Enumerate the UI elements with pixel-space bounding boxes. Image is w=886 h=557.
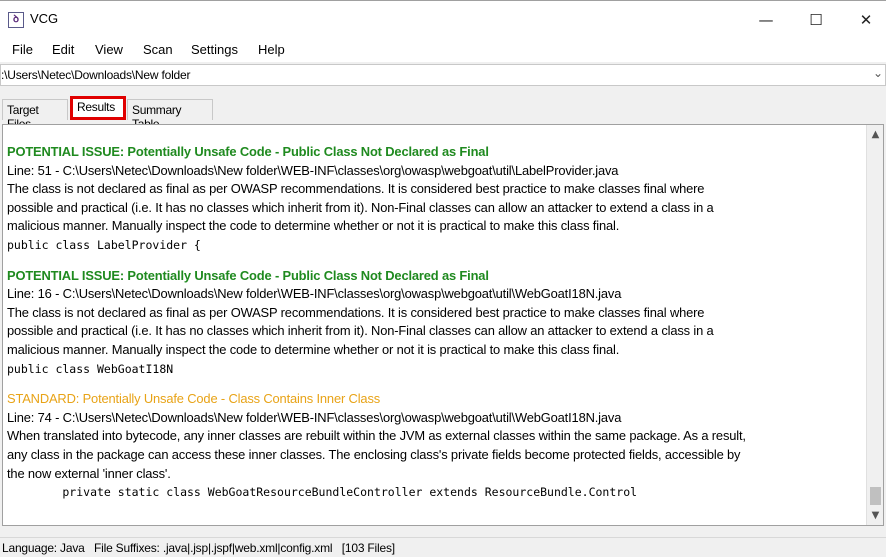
issue-description-line: malicious manner. Manually inspect the c… xyxy=(7,218,620,234)
results-list: POTENTIAL ISSUE: Potentially Unsafe Code… xyxy=(7,143,863,514)
menu-bar: File Edit View Scan Settings Help xyxy=(0,38,886,62)
scroll-up-icon[interactable]: ▲ xyxy=(867,129,883,140)
window-title: VCG xyxy=(30,11,59,26)
issue-heading: STANDARD: Potentially Unsafe Code - Clas… xyxy=(7,391,381,407)
vertical-scrollbar[interactable]: ▲ ▼ xyxy=(866,125,883,525)
issue-description-line: any class in the package can access thes… xyxy=(7,446,741,462)
vcg-app-icon: ꝺ xyxy=(8,12,24,28)
tab-target-files[interactable]: Target Files xyxy=(2,99,68,131)
menu-scan[interactable]: Scan xyxy=(143,42,173,57)
issue-description-line: possible and practical (i.e. It has no c… xyxy=(7,323,714,339)
issue-heading: POTENTIAL ISSUE: Potentially Unsafe Code… xyxy=(7,267,489,283)
issue-description-line: The class is not declared as final as pe… xyxy=(7,181,705,197)
result-item: STANDARD: Potentially Unsafe Code - Clas… xyxy=(7,390,863,502)
scroll-down-icon[interactable]: ▼ xyxy=(867,510,883,521)
result-item: POTENTIAL ISSUE: Potentially Unsafe Code… xyxy=(7,267,863,379)
issue-code-snippet: public class LabelProvider { xyxy=(7,237,201,252)
status-text: Language: Java File Suffixes: .java|.jsp… xyxy=(2,541,395,555)
target-path-combobox[interactable]: :\Users\Netec\Downloads\New folder ⌄ xyxy=(0,64,886,86)
issue-location: Line: 16 - C:\Users\Netec\Downloads\New … xyxy=(7,286,622,302)
status-bar: Language: Java File Suffixes: .java|.jsp… xyxy=(0,537,886,557)
tab-summary-table[interactable]: Summary Table xyxy=(127,99,213,131)
chevron-down-icon[interactable]: ⌄ xyxy=(873,66,883,80)
issue-location: Line: 51 - C:\Users\Netec\Downloads\New … xyxy=(7,162,619,178)
menu-view[interactable]: View xyxy=(95,42,123,57)
menu-help[interactable]: Help xyxy=(258,42,285,57)
issue-description-line: the now external 'inner class'. xyxy=(7,465,171,481)
issue-description-line: possible and practical (i.e. It has no c… xyxy=(7,199,714,215)
close-button[interactable]: ✕ xyxy=(842,1,886,39)
result-item: POTENTIAL ISSUE: Potentially Unsafe Code… xyxy=(7,143,863,255)
title-bar: ꝺ VCG — ☐ ✕ xyxy=(0,0,886,38)
issue-description-line: When translated into bytecode, any inner… xyxy=(7,428,746,444)
menu-settings[interactable]: Settings xyxy=(191,42,238,57)
menu-file[interactable]: File xyxy=(12,42,33,57)
issue-code-snippet: private static class WebGoatResourceBund… xyxy=(7,485,638,500)
maximize-button[interactable]: ☐ xyxy=(792,1,840,39)
tab-strip: Target Files Results Summary Table xyxy=(0,96,886,131)
menu-edit[interactable]: Edit xyxy=(52,42,74,57)
issue-description-line: malicious manner. Manually inspect the c… xyxy=(7,341,620,357)
scrollbar-thumb[interactable] xyxy=(870,487,881,505)
tab-results[interactable]: Results xyxy=(70,96,126,120)
issue-heading: POTENTIAL ISSUE: Potentially Unsafe Code… xyxy=(7,144,489,159)
issue-location: Line: 74 - C:\Users\Netec\Downloads\New … xyxy=(7,409,622,425)
issue-code-snippet: public class WebGoatI18N xyxy=(7,361,174,376)
results-text-area[interactable]: POTENTIAL ISSUE: Potentially Unsafe Code… xyxy=(2,124,884,526)
target-path-value: :\Users\Netec\Downloads\New folder xyxy=(1,68,191,82)
minimize-button[interactable]: — xyxy=(742,1,790,39)
issue-description-line: The class is not declared as final as pe… xyxy=(7,304,705,320)
